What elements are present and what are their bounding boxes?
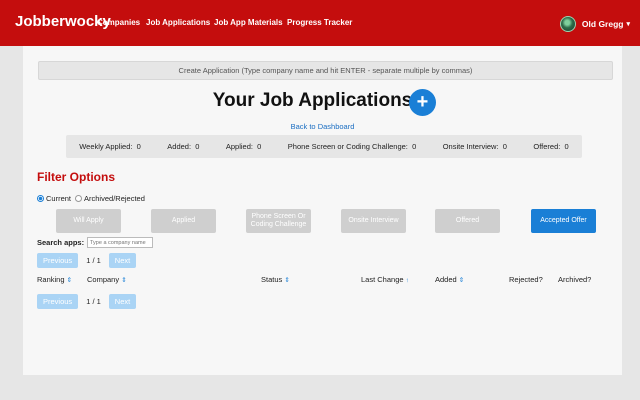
next-page-button[interactable]: Next — [108, 294, 137, 309]
previous-page-button[interactable]: Previous — [37, 294, 79, 309]
column-header-ranking[interactable]: Ranking ⇕ — [37, 275, 72, 284]
nav-link-job-applications[interactable]: Job Applications — [146, 18, 210, 27]
add-application-button[interactable]: + — [409, 89, 436, 116]
filter-phone-screen-button[interactable]: Phone Screen Or Coding Challenge — [246, 209, 311, 233]
sort-icon: ⇕ — [66, 277, 73, 284]
nav-link-companies[interactable]: Companies — [97, 18, 140, 27]
page-footer-background — [0, 375, 640, 400]
status-radio-group: Current Archived/Rejected — [37, 194, 149, 203]
search-input[interactable] — [87, 237, 153, 248]
filter-options-heading: Filter Options — [37, 170, 115, 184]
stat-applied: Applied: 0 — [225, 142, 262, 151]
radio-archived[interactable] — [75, 195, 83, 202]
radio-archived-label[interactable]: Archived/Rejected — [84, 194, 145, 203]
sort-up-icon: ↑ — [405, 277, 409, 284]
main-panel: Create Application (Type company name an… — [23, 46, 622, 375]
radio-current-label[interactable]: Current — [46, 194, 71, 203]
column-header-added[interactable]: Added ⇕ — [435, 275, 464, 284]
create-application-input[interactable]: Create Application (Type company name an… — [38, 61, 613, 80]
filter-offered-button[interactable]: Offered — [435, 209, 500, 233]
column-header-last-change[interactable]: Last Change ↑ — [361, 275, 409, 284]
nav-link-job-app-materials[interactable]: Job App Materials — [214, 18, 283, 27]
pagination-bottom: Previous 1 / 1 Next — [37, 294, 137, 309]
search-label: Search apps: — [37, 238, 85, 247]
nav-link-progress-tracker[interactable]: Progress Tracker — [287, 18, 352, 27]
avatar — [559, 16, 576, 32]
stat-onsite-interview: Onsite Interview: 0 — [442, 142, 507, 151]
page-info: 1 / 1 — [86, 297, 101, 306]
stat-added: Added: 0 — [167, 142, 200, 151]
page-title: Your Job Applications — [23, 90, 622, 112]
stat-weekly-applied: Weekly Applied: 0 — [79, 142, 141, 151]
sort-icon: ⇕ — [284, 277, 290, 284]
column-header-company[interactable]: Company ⇕ — [87, 275, 127, 284]
filter-will-apply-button[interactable]: Will Apply — [56, 209, 121, 233]
back-to-dashboard-link[interactable]: Back to Dashboard — [23, 122, 622, 131]
user-menu[interactable]: Old Gregg ▾ — [559, 14, 630, 34]
stats-bar: Weekly Applied: 0 Added: 0 Applied: 0 Ph… — [66, 135, 582, 158]
previous-page-button[interactable]: Previous — [37, 253, 79, 268]
user-name: Old Gregg — [581, 19, 624, 29]
filter-applied-button[interactable]: Applied — [151, 209, 216, 233]
stat-offered: Offered: 0 — [533, 142, 569, 151]
stat-phone-screen: Phone Screen or Coding Challenge: 0 — [287, 142, 417, 151]
filter-accepted-offer-button[interactable]: Accepted Offer — [531, 209, 596, 233]
page-info: 1 / 1 — [86, 256, 101, 265]
sort-icon: ⇕ — [121, 277, 127, 284]
chevron-down-icon: ▾ — [626, 21, 630, 28]
radio-current[interactable] — [37, 195, 44, 202]
pagination-top: Previous 1 / 1 Next — [37, 253, 137, 268]
column-header-rejected[interactable]: Rejected? — [509, 275, 543, 284]
sort-icon: ⇕ — [458, 277, 465, 284]
top-navbar: Jobberwocky Companies Job Applications J… — [0, 0, 640, 46]
column-header-archived[interactable]: Archived? — [558, 275, 591, 284]
next-page-button[interactable]: Next — [108, 253, 137, 268]
page-title-text: Your Job Applications — [212, 90, 413, 111]
column-header-status[interactable]: Status ⇕ — [261, 275, 290, 284]
filter-onsite-interview-button[interactable]: Onsite Interview — [341, 209, 406, 233]
